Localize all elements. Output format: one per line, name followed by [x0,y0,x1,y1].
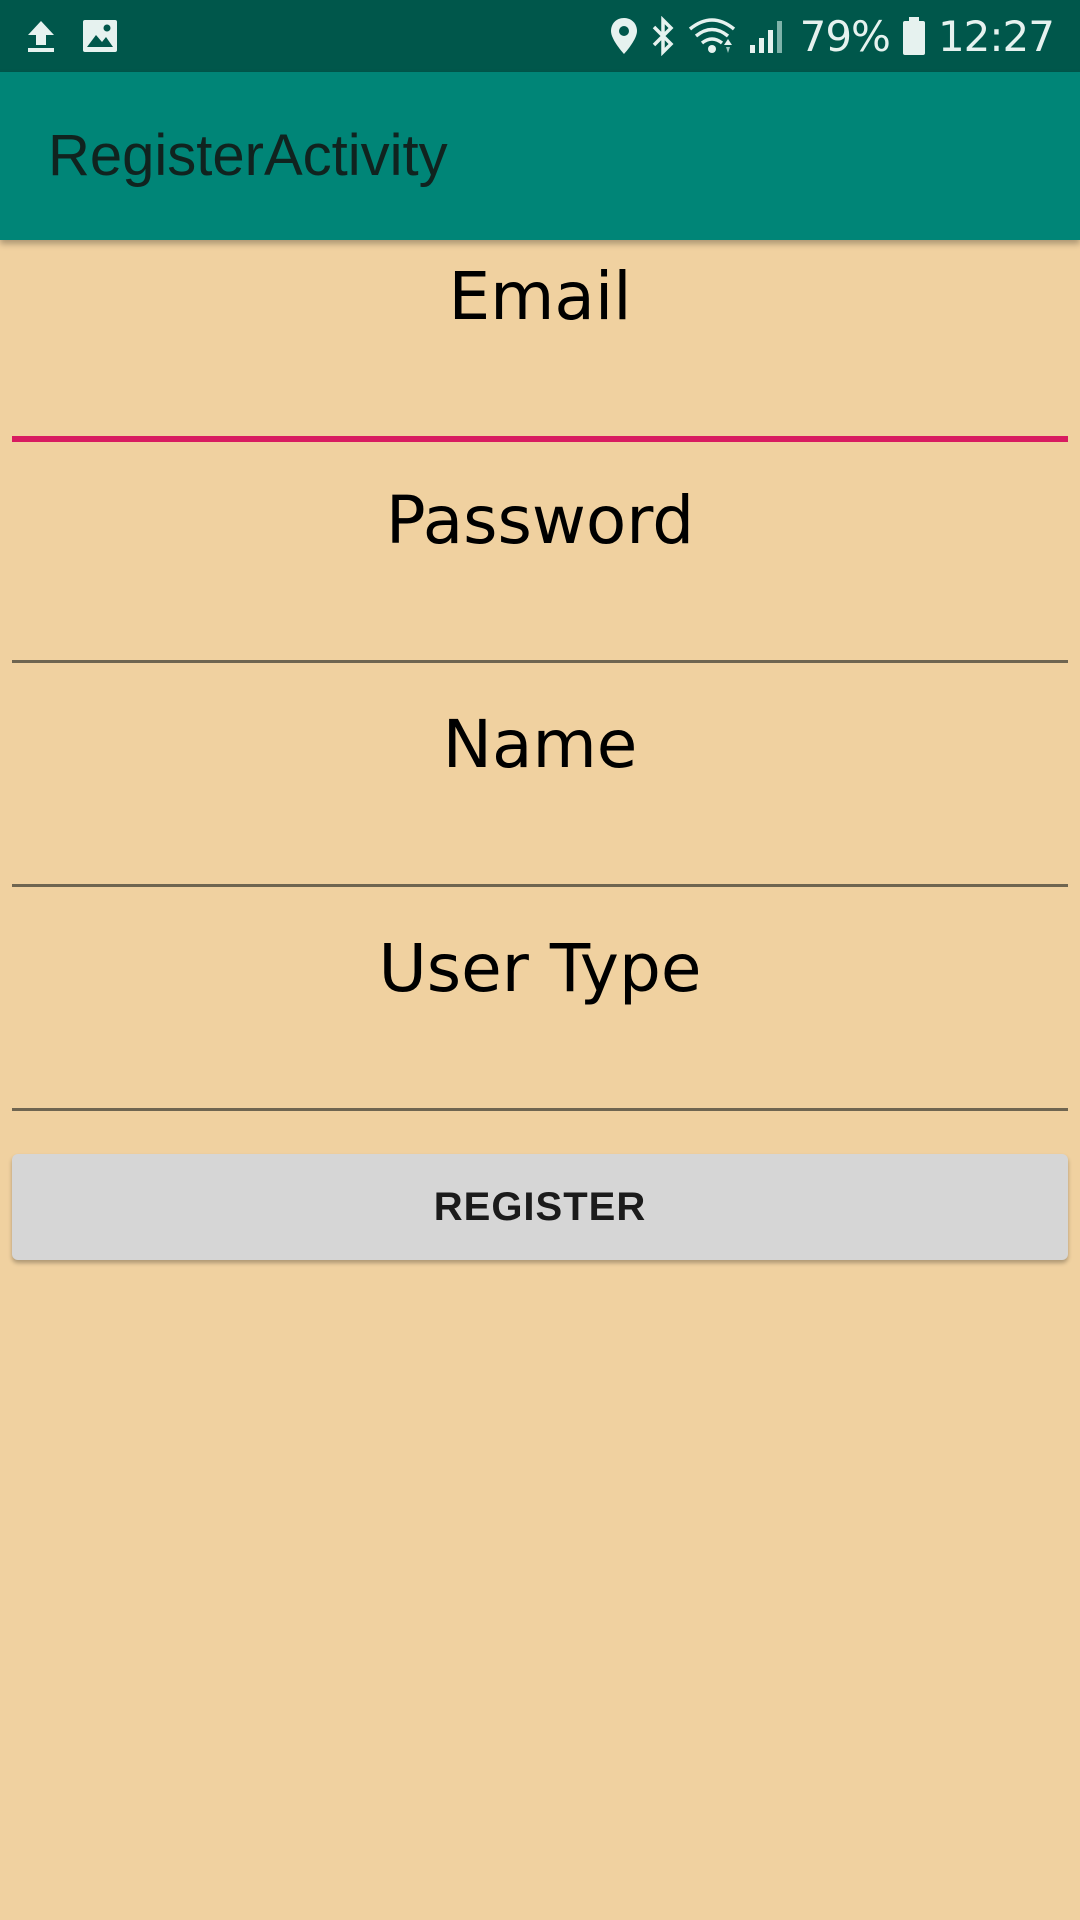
location-icon [610,17,638,55]
register-button[interactable]: REGISTER [12,1154,1068,1260]
name-field[interactable]: Name [12,696,1068,887]
register-button-label: REGISTER [433,1184,647,1229]
password-field-hint: Password [385,482,695,559]
password-field-underline [12,660,1068,663]
user-type-field[interactable]: User Type [12,920,1068,1111]
name-field-hint: Name [442,706,638,783]
image-icon [82,19,118,53]
email-field-underline [12,436,1068,442]
bluetooth-icon [650,16,676,56]
status-bar-notifications [26,14,118,58]
user-type-field-underline [12,1108,1068,1111]
battery-icon [902,16,926,56]
app-bar: RegisterActivity [0,72,1080,240]
signal-icon [748,17,788,55]
status-bar: 79% 12:27 [0,0,1080,72]
email-field-hint: Email [448,258,632,335]
battery-percent: 79% [799,11,891,61]
clock-time: 12:27 [937,11,1055,61]
user-type-field-hint: User Type [378,930,702,1007]
status-bar-system: 79% 12:27 [610,8,1055,64]
email-field[interactable]: Email [12,248,1068,442]
upload-icon [26,19,56,53]
app-title: RegisterActivity [48,123,448,188]
password-field[interactable]: Password [12,472,1068,663]
wifi-icon [688,17,736,55]
name-field-underline [12,884,1068,887]
